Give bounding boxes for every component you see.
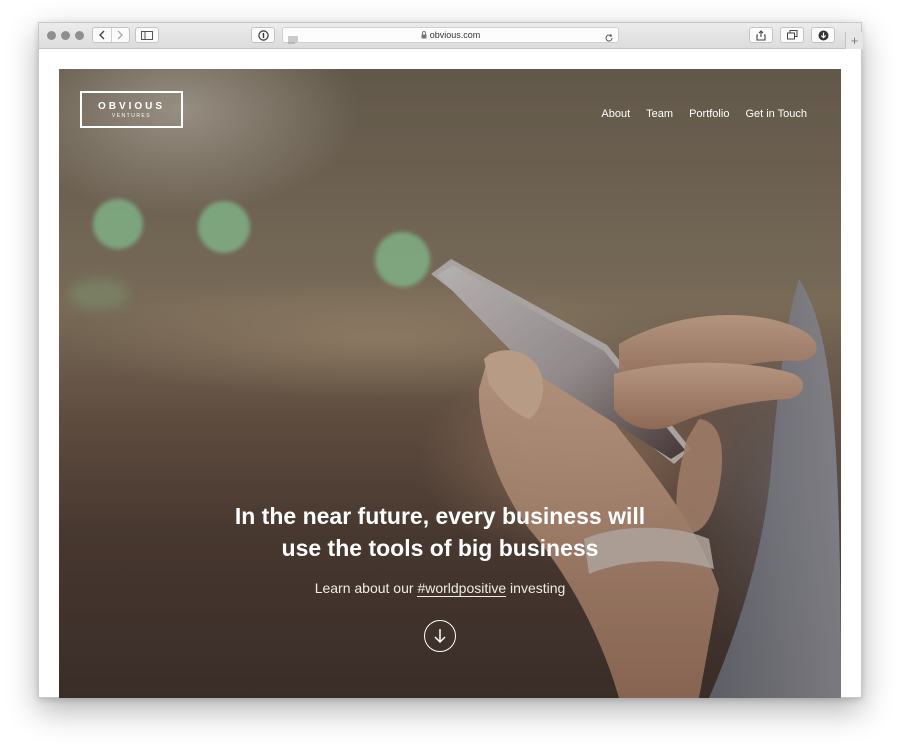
subline-suffix: investing (510, 580, 566, 596)
nav-link-team[interactable]: Team (646, 108, 673, 120)
browser-window: obvious.com + OBVIOUS VENTURES About Tea… (38, 22, 863, 698)
new-tab-button[interactable]: + (845, 32, 863, 49)
show-tabs-button[interactable] (780, 27, 804, 43)
hero-headline: In the near future, every business will … (59, 500, 821, 564)
tabs-icon (786, 30, 797, 40)
logo-wordmark: OBVIOUS (97, 101, 166, 112)
url-text: obvious.com (429, 30, 481, 40)
arrow-down-icon (434, 629, 446, 644)
forward-icon (117, 30, 124, 40)
scroll-down-button[interactable] (424, 620, 456, 652)
close-window-button[interactable] (47, 31, 56, 40)
sidebar-icon (141, 30, 153, 40)
info-icon (257, 29, 269, 41)
back-button[interactable] (93, 28, 111, 42)
sidebar-button[interactable] (135, 27, 159, 43)
main-nav: About Team Portfolio Get in Touch (601, 108, 807, 120)
share-button[interactable] (749, 27, 773, 43)
nav-link-about[interactable]: About (601, 108, 630, 120)
hero-subline: Learn about our #worldpositive investing (59, 580, 821, 597)
hero-section: OBVIOUS VENTURES About Team Portfolio Ge… (59, 69, 841, 698)
browser-toolbar: obvious.com + (39, 23, 863, 49)
hero-photo-hands-phone (59, 69, 841, 698)
logo-subtitle: VENTURES (111, 113, 152, 119)
url-display: obvious.com (283, 30, 618, 40)
history-nav (92, 27, 130, 43)
minimize-window-button[interactable] (61, 31, 70, 40)
headline-line-1: In the near future, every business will (234, 503, 646, 529)
subline-prefix: Learn about our (314, 580, 414, 596)
lock-icon (421, 31, 427, 39)
download-icon (818, 30, 828, 40)
headline-line-2: use the tools of big business (281, 535, 599, 561)
address-bar[interactable]: obvious.com (282, 27, 619, 44)
reload-icon (605, 33, 613, 42)
nav-link-get-in-touch[interactable]: Get in Touch (745, 108, 807, 120)
maximize-window-button[interactable] (75, 31, 84, 40)
reload-button[interactable] (604, 30, 614, 48)
nav-link-portfolio[interactable]: Portfolio (689, 108, 729, 120)
forward-button[interactable] (110, 28, 129, 42)
site-info-button[interactable] (251, 27, 275, 43)
share-icon (756, 29, 766, 41)
worldpositive-link[interactable]: #worldpositive (417, 580, 507, 597)
obvious-ventures-logo[interactable]: OBVIOUS VENTURES (80, 91, 183, 128)
downloads-button[interactable] (811, 27, 835, 43)
back-icon (98, 30, 105, 40)
